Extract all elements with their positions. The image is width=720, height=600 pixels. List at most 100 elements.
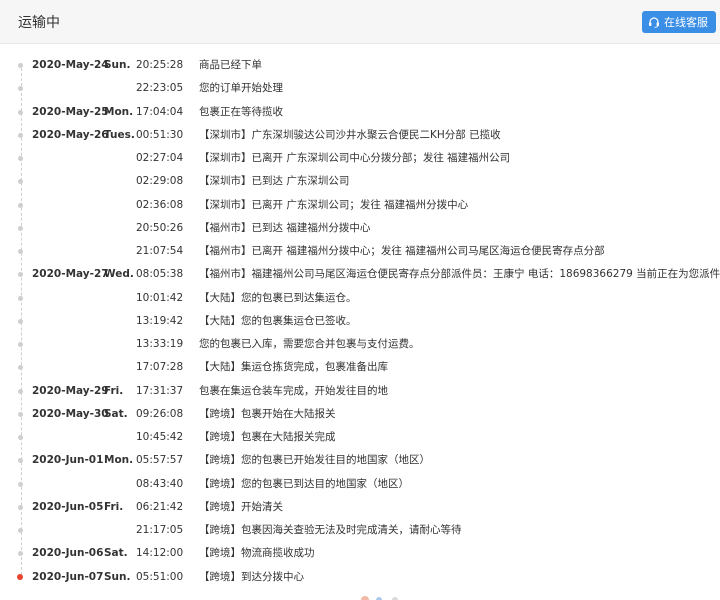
event-description: 您的包裹已入库，需要您合并包裹与支付运费。 <box>199 338 420 350</box>
timeline-dot <box>18 179 23 185</box>
timeline-dot <box>18 225 23 231</box>
event-time: 05:51:00 <box>136 570 184 583</box>
event-time: 08:43:40 <box>136 477 184 490</box>
timeline-event-row: 2020-May-25 Mon. 17:04:04 包裹正在等待揽收 <box>0 101 720 124</box>
event-description: 【跨境】包裹在大陆报关完成 <box>199 431 336 443</box>
timeline-dot <box>18 109 23 115</box>
event-weekday: Mon. <box>104 105 134 118</box>
timeline-dot <box>18 272 23 278</box>
event-date: 2020-May-27 <box>32 268 109 281</box>
event-description: 包裹在集运仓装车完成，开始发往目的地 <box>199 384 388 397</box>
event-time: 02:29:08 <box>136 175 184 188</box>
event-time: 13:33:19 <box>136 338 184 350</box>
timeline-dot <box>18 318 23 324</box>
event-time: 21:17:05 <box>136 524 184 536</box>
timeline-event-row: 2020-May-27 Wed. 08:05:38 【福州市】福建福州公司马尾区海运仓… <box>0 263 720 286</box>
event-time: 10:01:42 <box>136 291 184 304</box>
timeline-dot <box>18 249 23 254</box>
event-weekday: Wed. <box>104 268 134 281</box>
timeline-dot <box>18 411 23 417</box>
event-description: 【福州市】已离开 福建福州分拨中心；发往 福建福州公司马尾区海运仓便民寄存点分部 <box>199 245 605 257</box>
timeline-event-row: 2020-Jun-01 Mon. 05:57:57 【跨境】您的包裹已开始发往目的地国… <box>0 449 720 472</box>
event-time: 21:07:54 <box>136 245 184 257</box>
timeline-event-row: 10:01:42 【大陆】您的包裹已到达集运仓。 <box>0 287 720 310</box>
event-date: 2020-Jun-07 <box>32 570 104 583</box>
event-weekday: Mon. <box>104 454 134 467</box>
event-description: 【大陆】您的包裹已到达集运仓。 <box>199 291 357 304</box>
event-time: 22:23:05 <box>136 82 184 95</box>
event-description: 包裹正在等待揽收 <box>199 105 283 118</box>
timeline-event-row: 22:23:05 您的订单开始处理 <box>0 77 720 100</box>
event-weekday: Fri. <box>104 500 124 513</box>
event-description: 【深圳市】已离开 广东深圳公司中心分拨分部；发往 福建福州公司 <box>199 152 511 164</box>
timeline-event-row: 02:27:04 【深圳市】已离开 广东深圳公司中心分拨分部；发往 福建福州公司 <box>0 147 720 170</box>
timeline-dot <box>18 435 23 440</box>
timeline-dot <box>18 551 23 557</box>
event-time: 02:36:08 <box>136 198 184 211</box>
event-time: 17:04:04 <box>136 105 184 118</box>
event-description: 【跨境】您的包裹已开始发往目的地国家（地区） <box>199 454 430 467</box>
timeline-event-row: 17:07:28 【大陆】集运仓拣货完成，包裹准备出库 <box>0 356 720 379</box>
timeline-dot <box>18 388 23 394</box>
event-time: 06:21:42 <box>136 500 184 513</box>
event-date: 2020-May-29 <box>32 384 109 397</box>
event-description: 【深圳市】已离开 广东深圳公司；发往 福建福州分拨中心 <box>199 198 469 211</box>
event-description: 【深圳市】已到达 广东深圳公司 <box>199 175 350 188</box>
event-description: 【福州市】已到达 福建福州分拨中心 <box>199 221 371 234</box>
event-description: 【跨境】到达分拨中心 <box>199 570 304 583</box>
timeline-dot <box>18 86 23 92</box>
event-description: 【福州市】福建福州公司马尾区海运仓便民寄存点分部派件员：王康宁 电话：18698… <box>199 268 720 281</box>
event-time: 17:31:37 <box>136 384 184 397</box>
timeline-dot <box>18 63 23 68</box>
event-weekday: Sat. <box>104 407 128 420</box>
timeline-dot <box>18 458 23 464</box>
event-time: 17:07:28 <box>136 361 184 374</box>
timeline-dot <box>18 202 23 208</box>
page-header: 运输中 在线客服 <box>0 0 720 44</box>
timeline-event-row: 10:45:42 【跨境】包裹在大陆报关完成 <box>0 426 720 449</box>
current-status-dot <box>17 573 23 580</box>
loading-decoration <box>361 596 398 600</box>
timeline-dot <box>18 481 23 487</box>
event-time: 10:45:42 <box>136 431 184 443</box>
event-date: 2020-May-24 <box>32 59 109 71</box>
timeline-event-row: 21:17:05 【跨境】包裹因海关查验无法及时完成清关，请耐心等待 <box>0 519 720 542</box>
event-date: 2020-Jun-05 <box>32 500 104 513</box>
event-description: 商品已经下单 <box>199 59 262 71</box>
timeline-event-row: 2020-Jun-07 Sun. 05:51:00 【跨境】到达分拨中心 <box>0 566 720 589</box>
event-description: 【跨境】开始清关 <box>199 500 283 513</box>
timeline-event-row: 02:29:08 【深圳市】已到达 广东深圳公司 <box>0 170 720 193</box>
timeline-event-row: 2020-Jun-06 Sat. 14:12:00 【跨境】物流商揽收成功 <box>0 542 720 565</box>
timeline-dot <box>18 342 23 347</box>
event-time: 05:57:57 <box>136 454 184 467</box>
event-description: 【跨境】包裹开始在大陆报关 <box>199 407 336 420</box>
event-time: 20:25:28 <box>136 59 184 71</box>
event-time: 14:12:00 <box>136 547 184 560</box>
timeline-dot <box>18 365 23 371</box>
event-description: 【跨境】包裹因海关查验无法及时完成清关，请耐心等待 <box>199 524 462 536</box>
event-date: 2020-Jun-01 <box>32 454 104 467</box>
timeline-event-row: 2020-May-30 Sat. 09:26:08 【跨境】包裹开始在大陆报关 <box>0 403 720 426</box>
event-weekday: Sun. <box>104 59 131 71</box>
event-date: 2020-Jun-06 <box>32 547 104 560</box>
timeline-dot <box>18 295 23 301</box>
event-date: 2020-May-26 <box>32 128 109 141</box>
headset-icon <box>648 16 660 28</box>
event-description: 【大陆】您的包裹集运仓已签收。 <box>199 314 357 327</box>
online-service-button[interactable]: 在线客服 <box>642 11 716 33</box>
event-description: 【跨境】物流商揽收成功 <box>199 547 315 560</box>
timeline-dot <box>18 132 23 138</box>
timeline-event-row: 08:43:40 【跨境】您的包裹已到达目的地国家（地区） <box>0 473 720 496</box>
timeline-event-row: 2020-May-26 Tues. 00:51:30 【深圳市】广东深圳骏达公司沙井水… <box>0 124 720 147</box>
timeline-dot <box>18 504 23 510</box>
event-time: 13:19:42 <box>136 314 184 327</box>
page-title: 运输中 <box>18 15 60 31</box>
timeline-event-row: 21:07:54 【福州市】已离开 福建福州分拨中心；发往 福建福州公司马尾区海运… <box>0 240 720 263</box>
event-time: 20:50:26 <box>136 221 184 234</box>
event-date: 2020-May-25 <box>32 105 109 118</box>
timeline-dot <box>18 528 23 533</box>
event-description: 您的订单开始处理 <box>199 82 283 95</box>
timeline-event-row: 2020-May-29 Fri. 17:31:37 包裹在集运仓装车完成，开始发往目的… <box>0 380 720 403</box>
timeline-event-row: 20:50:26 【福州市】已到达 福建福州分拨中心 <box>0 217 720 240</box>
event-time: 09:26:08 <box>136 407 184 420</box>
